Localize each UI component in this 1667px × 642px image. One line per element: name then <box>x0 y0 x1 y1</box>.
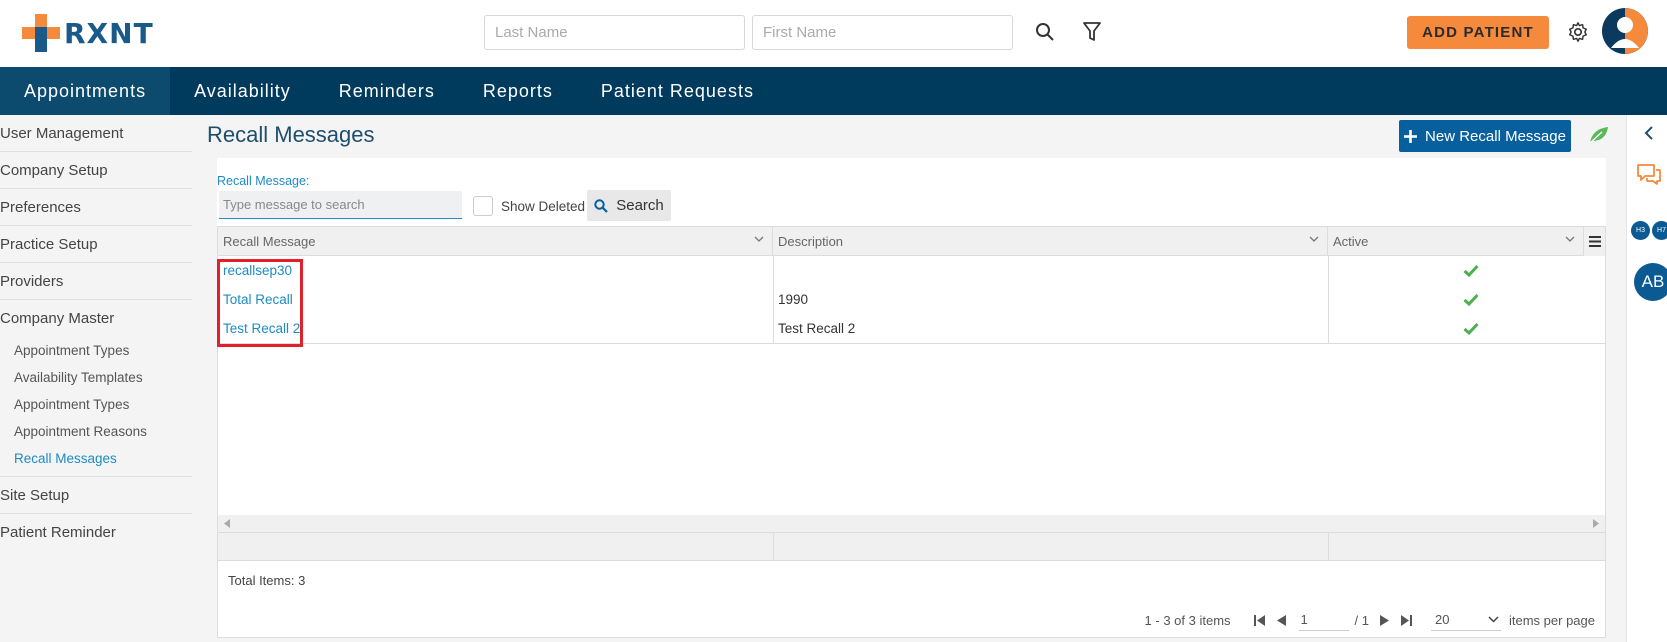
sidebar-item-providers[interactable]: Providers <box>0 263 192 300</box>
sidebar-item-company-master[interactable]: Company Master <box>0 300 192 337</box>
main-nav: Appointments Availability Reminders Repo… <box>0 67 1667 115</box>
horizontal-scrollbar[interactable] <box>218 515 1605 532</box>
collapse-chevron-left-icon[interactable] <box>1639 123 1659 143</box>
nav-reminders[interactable]: Reminders <box>315 67 459 115</box>
sidebar-item-company-setup[interactable]: Company Setup <box>0 152 192 189</box>
right-rail: H3 H7 AB <box>1626 115 1667 642</box>
column-header-label: Recall Message <box>223 234 316 249</box>
description-cell <box>773 256 778 285</box>
new-recall-label: New Recall Message <box>1425 127 1566 145</box>
items-per-page-label: items per page <box>1509 612 1595 628</box>
rail-badges: H3 H7 <box>1631 221 1667 240</box>
last-name-input[interactable] <box>484 15 745 50</box>
scroll-right-icon[interactable] <box>1593 519 1599 528</box>
show-deleted-label: Show Deleted <box>501 198 586 214</box>
rail-user-avatar[interactable]: AB <box>1634 263 1667 301</box>
logo-text: RXNT <box>64 16 154 50</box>
sidebar-sub-appointment-reasons[interactable]: Appointment Reasons <box>0 418 192 445</box>
description-cell: Test Recall 2 <box>778 321 856 336</box>
column-menu-icon[interactable] <box>1584 227 1605 256</box>
active-check-icon <box>1458 314 1479 343</box>
next-page-icon[interactable] <box>1373 610 1395 630</box>
page-size-select[interactable]: 20 <box>1431 609 1501 631</box>
table-row[interactable]: recallsep30 <box>218 256 1605 285</box>
recall-panel: Recall Message: Show Deleted Search Reca… <box>217 158 1606 638</box>
top-header: RXNT ADD PATIENT <box>0 0 1667 67</box>
sidebar-item-patient-reminder[interactable]: Patient Reminder <box>0 514 192 551</box>
badge-h7[interactable]: H7 <box>1652 221 1667 240</box>
first-page-icon[interactable] <box>1249 610 1271 630</box>
recall-messages-grid: Recall Message Description Active recall… <box>217 226 1606 638</box>
first-name-input[interactable] <box>752 15 1013 50</box>
search-icon <box>594 198 609 213</box>
logo-cross-icon <box>22 14 60 52</box>
sidebar-sub-availability-templates[interactable]: Availability Templates <box>0 364 192 391</box>
badge-h3[interactable]: H3 <box>1631 221 1650 240</box>
rxnt-logo[interactable]: RXNT <box>22 13 154 53</box>
active-check-icon <box>1458 256 1479 285</box>
show-deleted-checkbox[interactable] <box>473 196 493 216</box>
chevron-down-icon[interactable] <box>1309 234 1319 244</box>
recall-message-filter-label: Recall Message: <box>217 174 310 188</box>
description-cell: 1990 <box>778 292 809 307</box>
pagination: 1 - 3 of 3 items / 1 20 items per page <box>1145 609 1595 631</box>
sidebar-item-site-setup[interactable]: Site Setup <box>0 477 192 514</box>
page-number-input[interactable] <box>1298 609 1349 631</box>
total-items: Total Items: 3 <box>228 573 306 588</box>
chevron-down-icon[interactable] <box>754 234 764 244</box>
filter-icon[interactable] <box>1078 18 1106 46</box>
grid-header: Recall Message Description Active <box>218 227 1605 256</box>
sidebar-item-user-management[interactable]: User Management <box>0 115 192 152</box>
sidebar-sub-recall-messages[interactable]: Recall Messages <box>0 445 192 472</box>
gear-icon[interactable] <box>1564 18 1592 46</box>
active-check-icon <box>1458 285 1479 314</box>
page-size-value: 20 <box>1435 612 1450 627</box>
recall-message-search-input[interactable] <box>219 191 462 219</box>
leaf-icon[interactable] <box>1588 125 1610 150</box>
search-button[interactable]: Search <box>587 190 671 221</box>
recall-message-link[interactable]: Test Recall 2 <box>218 314 300 343</box>
nav-patient-requests[interactable]: Patient Requests <box>577 67 778 115</box>
grid-footer-row <box>218 532 1605 561</box>
recall-message-link[interactable]: recallsep30 <box>218 256 292 285</box>
page-title: Recall Messages <box>207 122 375 147</box>
column-header-label: Description <box>778 234 844 249</box>
search-icon[interactable] <box>1031 18 1059 46</box>
prev-page-icon[interactable] <box>1271 610 1293 630</box>
page-total: / 1 <box>1354 612 1369 628</box>
recall-message-link[interactable]: Total Recall <box>218 285 293 314</box>
row-divider <box>218 343 1605 344</box>
sidebar-sub-appointment-types[interactable]: Appointment Types <box>0 337 192 364</box>
user-avatar[interactable] <box>1602 8 1648 54</box>
column-header-description[interactable]: Description <box>773 227 1328 256</box>
nav-availability[interactable]: Availability <box>170 67 315 115</box>
table-row[interactable]: Test Recall 2 Test Recall 2 <box>218 314 1605 343</box>
sidebar: User Management Company Setup Preference… <box>0 115 193 642</box>
chevron-down-icon <box>1488 616 1499 623</box>
column-header-recall-message[interactable]: Recall Message <box>218 227 773 256</box>
sidebar-item-preferences[interactable]: Preferences <box>0 189 192 226</box>
table-row[interactable]: Total Recall 1990 <box>218 285 1605 314</box>
nav-appointments[interactable]: Appointments <box>0 67 171 115</box>
new-recall-message-button[interactable]: New Recall Message <box>1399 120 1571 152</box>
scroll-left-icon[interactable] <box>224 519 230 528</box>
add-patient-button[interactable]: ADD PATIENT <box>1407 16 1549 49</box>
nav-reports[interactable]: Reports <box>459 67 577 115</box>
sidebar-item-practice-setup[interactable]: Practice Setup <box>0 226 192 263</box>
pager-range: 1 - 3 of 3 items <box>1144 612 1231 628</box>
search-button-label: Search <box>616 197 664 214</box>
show-deleted-toggle[interactable]: Show Deleted <box>473 196 585 216</box>
chevron-down-icon[interactable] <box>1565 234 1575 244</box>
last-page-icon[interactable] <box>1395 610 1417 630</box>
plus-icon <box>1404 129 1418 143</box>
column-header-label: Active <box>1333 234 1369 249</box>
sidebar-sub-appointment-types-2[interactable]: Appointment Types <box>0 391 192 418</box>
column-header-active[interactable]: Active <box>1328 227 1584 256</box>
sidebar-group-company-master: Company Master Appointment Types Availab… <box>0 300 192 477</box>
chat-icon[interactable] <box>1634 160 1664 190</box>
